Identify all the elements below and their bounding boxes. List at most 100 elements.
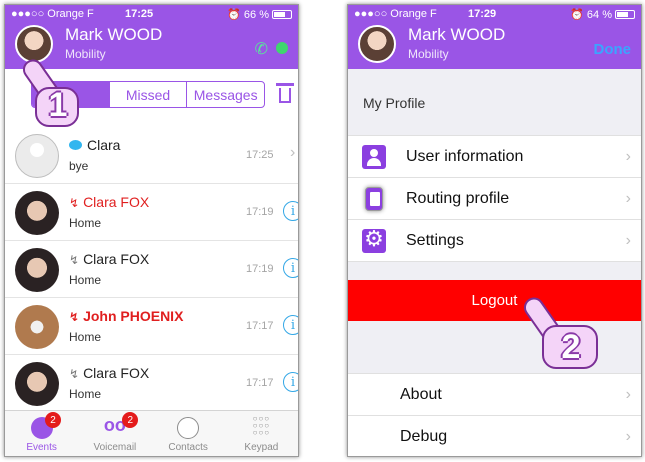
menu-item-about[interactable]: About › (348, 374, 641, 416)
list-item[interactable]: ↯ Clara FOX Home 17:19 i (5, 184, 298, 241)
avatar[interactable] (15, 25, 53, 63)
alarm-icon: ⏰ (227, 9, 241, 21)
call-history-screen: ●●●○○ Orange F 17:25 ⏰ 66 % Mark WOOD Mo… (4, 4, 299, 457)
tab-label: Keypad (244, 442, 279, 453)
status-bar: ●●●○○ Orange F 17:29 ⏰ 64 % (348, 8, 641, 22)
step-number: 1 (48, 85, 68, 124)
menu-label: User information (406, 148, 524, 165)
phone-icon (365, 187, 383, 211)
call-detail: Home (69, 387, 102, 401)
tab-label: Voicemail (93, 442, 137, 453)
tab-voicemail[interactable]: oo 2 Voicemail (78, 411, 151, 456)
clock: 17:25 (125, 8, 154, 20)
tab-contacts[interactable]: Contacts (152, 411, 225, 456)
call-time: 17:19 (246, 206, 274, 218)
missed-call-icon: ↯ (69, 196, 80, 210)
incoming-call-icon: ↯ (69, 367, 80, 381)
contact-name: Clara (69, 137, 120, 153)
battery-icon (615, 10, 635, 19)
incoming-call-icon: ↯ (69, 253, 80, 267)
avatar[interactable] (358, 25, 396, 63)
carrier-label: ●●●○○ Orange F (11, 8, 94, 20)
step-number: 2 (561, 327, 581, 366)
header: ●●●○○ Orange F 17:29 ⏰ 64 % Mark WOOD Mo… (348, 5, 641, 69)
list-item[interactable]: Clara bye 17:25 › (5, 127, 298, 184)
call-list: Clara bye 17:25 › ↯ Clara FOX Home 17:19 … (5, 127, 298, 412)
tab-label: Contacts (168, 442, 208, 453)
phone-icon[interactable]: ✆ (255, 39, 268, 59)
avatar (15, 248, 59, 292)
tab-keypad[interactable]: ○○○ ○○○ ○○○ Keypad (225, 411, 298, 456)
info-icon[interactable]: i (283, 258, 298, 278)
call-detail: bye (69, 159, 89, 173)
contact-name: ↯ John PHOENIX (69, 308, 184, 324)
avatar (15, 305, 59, 349)
badge-count: 2 (122, 412, 139, 428)
chevron-right-icon: › (625, 148, 631, 165)
carrier-label: ●●●○○ Orange F (354, 8, 437, 20)
badge-count: 2 (45, 412, 61, 428)
avatar (15, 362, 59, 406)
call-detail: Home (69, 273, 102, 287)
tab-events[interactable]: 2 Events (5, 411, 78, 456)
menu-item-user-information[interactable]: User information › (348, 136, 641, 178)
battery-percent: 66 % (243, 8, 269, 21)
status-bar: ●●●○○ Orange F 17:25 ⏰ 66 % (5, 8, 298, 22)
battery-indicator: ⏰ 66 % (227, 8, 292, 21)
menu-item-routing-profile[interactable]: Routing profile › (348, 178, 641, 220)
menu-label: Debug (400, 428, 448, 445)
chevron-right-icon: › (625, 386, 631, 403)
user-name: Mark WOOD (408, 25, 506, 44)
logout-button[interactable]: Logout (348, 280, 641, 321)
contact-name: ↯ Clara FOX (69, 251, 150, 267)
message-icon (69, 140, 82, 150)
menu-label: About (400, 386, 442, 403)
call-time: 17:19 (246, 263, 274, 275)
contact-name: ↯ Clara FOX (69, 194, 150, 210)
info-icon[interactable]: i (283, 315, 298, 335)
user-status: Mobility (65, 47, 106, 61)
menu-label: Routing profile (406, 190, 510, 207)
menu-label: Settings (406, 232, 464, 249)
contact-name: ↯ Clara FOX (69, 365, 150, 381)
avatar (15, 134, 59, 178)
call-time: 17:17 (246, 320, 274, 332)
list-item[interactable]: ↯ John PHOENIX Home 17:17 i (5, 298, 298, 355)
missed-call-icon: ↯ (69, 310, 80, 324)
tab-messages[interactable]: Messages (186, 82, 264, 107)
tab-bar: 2 Events oo 2 Voicemail Contacts ○○○ ○○○ ○… (5, 410, 298, 456)
tab-missed[interactable]: Missed (108, 82, 187, 107)
call-time: 17:25 (246, 149, 274, 161)
clock: 17:29 (468, 8, 497, 20)
profile-menu-screen: ●●●○○ Orange F 17:29 ⏰ 64 % Mark WOOD Mo… (347, 4, 642, 457)
call-detail: Home (69, 216, 102, 230)
info-icon[interactable]: i (283, 201, 298, 221)
alarm-icon: ⏰ (570, 9, 584, 21)
user-status: Mobility (408, 47, 449, 61)
chevron-right-icon: › (625, 190, 631, 207)
list-item[interactable]: ↯ Clara FOX Home 17:19 i (5, 241, 298, 298)
profile-menu: User information › Routing profile › Set… (348, 135, 641, 262)
battery-icon (272, 10, 292, 19)
contacts-icon (177, 417, 200, 439)
battery-percent: 64 % (586, 8, 612, 21)
menu-item-debug[interactable]: Debug › (348, 416, 641, 456)
list-item[interactable]: ↯ Clara FOX Home 17:17 i (5, 355, 298, 412)
trash-icon[interactable] (276, 83, 294, 103)
call-detail: Home (69, 330, 102, 344)
done-button[interactable]: Done (594, 41, 632, 58)
call-time: 17:17 (246, 377, 274, 389)
chevron-right-icon: › (290, 144, 296, 161)
header: ●●●○○ Orange F 17:25 ⏰ 66 % Mark WOOD Mo… (5, 5, 298, 69)
info-icon[interactable]: i (283, 372, 298, 392)
user-icon (362, 145, 386, 169)
info-menu: About › Debug › (348, 373, 641, 456)
menu-item-settings[interactable]: Settings › (348, 220, 641, 262)
keypad-icon: ○○○ ○○○ ○○○ (252, 414, 271, 437)
presence-icon (276, 42, 288, 54)
tab-label: Events (26, 442, 57, 453)
gear-icon (362, 226, 386, 253)
section-title: My Profile (363, 95, 426, 111)
user-name: Mark WOOD (65, 25, 163, 44)
chevron-right-icon: › (625, 428, 631, 445)
